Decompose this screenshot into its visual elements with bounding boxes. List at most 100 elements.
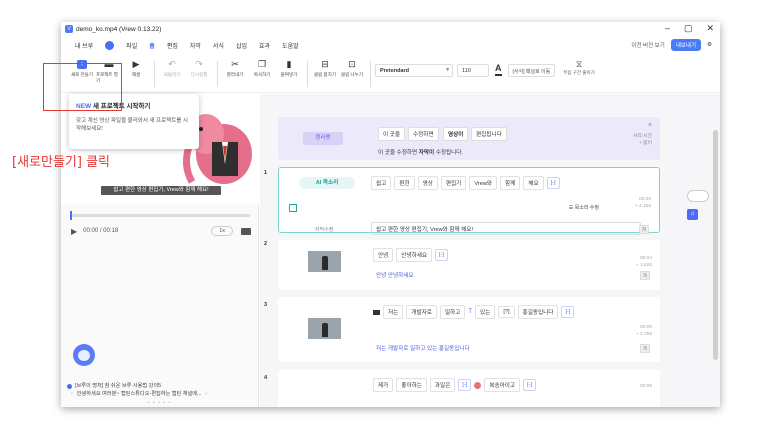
guide-word: 편집됩니다 bbox=[471, 127, 507, 141]
annotation-label: [새로만들기] 클릭 bbox=[12, 155, 110, 170]
avatar[interactable] bbox=[105, 41, 115, 50]
menu-subtitle[interactable]: 자막 bbox=[190, 41, 201, 50]
add-word-button[interactable]: [-] bbox=[458, 379, 472, 391]
menu-home[interactable]: 홈 bbox=[149, 41, 155, 50]
clip-row[interactable]: 저는 개발자로 일하고 T 있는 [?] 홍길동입니다 [-] 저는 개발자로 … bbox=[278, 297, 660, 362]
word-chip[interactable]: 편집기 bbox=[440, 176, 467, 190]
guide-tag: 텐라맹 bbox=[303, 132, 343, 145]
merge-clip-button[interactable]: ⊟ 클립 합치기 bbox=[312, 55, 338, 78]
add-word-button[interactable]: [-] bbox=[435, 249, 449, 261]
subtitle-input[interactable]: 쉽고 편한 영상 편집기, Vrew와 함께 해요! bbox=[371, 222, 641, 235]
caption-toggle-icon[interactable] bbox=[241, 227, 251, 235]
word-chip[interactable]: 저는 bbox=[383, 305, 404, 319]
minimize-button[interactable]: – bbox=[665, 23, 670, 34]
font-color-button[interactable]: A bbox=[495, 63, 502, 76]
voice-edit-button[interactable]: ☰ 목소리 수정 bbox=[569, 204, 599, 211]
word-chip[interactable]: 해요 bbox=[523, 176, 544, 190]
clip-thumbnail[interactable] bbox=[308, 318, 341, 339]
guide-line2: 이 곳을 수정하면 자막이 수정됩니다. bbox=[378, 148, 463, 156]
word-chip[interactable]: 있는 bbox=[475, 305, 496, 319]
word-chip[interactable]: 편한 bbox=[394, 176, 415, 190]
add-word-button[interactable]: [-] bbox=[561, 306, 575, 318]
clip-subtitle[interactable]: 안녕 안녕하세요 bbox=[376, 271, 414, 279]
redo-button[interactable]: ↷ 다시실행 bbox=[186, 55, 212, 78]
app-window: V demo_ko.mp4 (Vrew 0.13.22) – ▢ ✕ 내 브루 … bbox=[61, 22, 720, 407]
menu-edit[interactable]: 편집 bbox=[167, 41, 178, 50]
music-icon[interactable]: ♫ bbox=[687, 209, 698, 220]
clip-row[interactable]: AI 목소리 쉽고 편한 영상 편집기 Vrew와 함께 해요 [-] ☰ 목소… bbox=[278, 167, 660, 235]
close-button[interactable]: ✕ bbox=[706, 23, 714, 34]
copy-button[interactable]: ❐ 복사하기 bbox=[249, 55, 275, 78]
window-controls: – ▢ ✕ bbox=[665, 23, 714, 34]
subtitle-toggle[interactable] bbox=[687, 190, 709, 202]
settings-icon[interactable]: ⚙ bbox=[707, 42, 712, 48]
word-chip[interactable]: 개발자로 bbox=[406, 305, 437, 319]
cut-button[interactable]: ✂ 잘라내기 bbox=[222, 55, 248, 78]
text-icon: T bbox=[468, 309, 473, 315]
news-pager[interactable]: • • • • • bbox=[67, 399, 252, 407]
word-chip[interactable]: 과일은 bbox=[429, 378, 456, 392]
maximize-button[interactable]: ▢ bbox=[684, 23, 693, 34]
subtitle-style-button[interactable]: 가 bbox=[640, 271, 650, 280]
guide-line2-pre: 이 곳을 수정하면 bbox=[378, 150, 419, 156]
news-prev-button[interactable]: ‹ bbox=[71, 390, 73, 398]
word-chip[interactable]: 영상 bbox=[417, 176, 438, 190]
word-chip[interactable]: [?] bbox=[498, 306, 515, 318]
clip-thumbnail[interactable] bbox=[308, 251, 341, 272]
word-chip[interactable]: 제가 bbox=[373, 378, 394, 392]
font-size-select[interactable]: 110 bbox=[457, 64, 489, 77]
remove-silence-button[interactable]: ⧖ 무음 구간 줄이기 bbox=[563, 59, 594, 76]
undo-button[interactable]: ↶ 되돌리기 bbox=[159, 55, 185, 78]
banner-time: 사작 시간 + 없이 bbox=[633, 133, 652, 147]
timeline-progress[interactable] bbox=[70, 211, 250, 220]
clip-number: 2 bbox=[264, 241, 268, 247]
subtitle-style-button[interactable]: 가 bbox=[639, 225, 649, 234]
clip-subtitle[interactable]: 저는 개발자로 일하고 있는 홍길동입니다 bbox=[376, 344, 470, 352]
player-controls: ▶ 00:00 / 00:18 1x bbox=[71, 226, 251, 236]
copy-label: 복사하기 bbox=[253, 72, 271, 77]
format-panel-button[interactable]: [서식] 패널로 이동 bbox=[507, 64, 556, 77]
word-chip[interactable]: 일하고 bbox=[439, 305, 466, 319]
export-button[interactable]: 내보내기 bbox=[670, 39, 702, 51]
word-chip[interactable]: 안녕 bbox=[373, 248, 394, 262]
banner-close-button[interactable]: × bbox=[648, 122, 652, 129]
ai-voice-badge[interactable]: AI 목소리 bbox=[299, 177, 355, 189]
scrollbar[interactable] bbox=[713, 130, 718, 360]
subtitle-style-button[interactable]: 가 bbox=[640, 344, 650, 353]
menu-help[interactable]: 도움말 bbox=[282, 41, 299, 50]
split-clip-button[interactable]: ⊡ 클립 나누기 bbox=[339, 55, 365, 78]
add-word-button[interactable]: [-] bbox=[523, 379, 537, 391]
divider bbox=[370, 61, 371, 87]
word-chip[interactable]: Vrew와 bbox=[469, 176, 498, 190]
word-chip[interactable]: 안녕하세요 bbox=[396, 248, 433, 262]
word-chip[interactable]: 쉽고 bbox=[371, 176, 392, 190]
play-button[interactable]: ▶ 재생 bbox=[123, 55, 149, 78]
menu-my[interactable]: 내 브루 bbox=[75, 41, 93, 50]
redo-icon: ↷ bbox=[195, 58, 203, 69]
news-next-button[interactable]: › bbox=[205, 390, 207, 398]
menu-effect[interactable]: 효과 bbox=[259, 41, 270, 50]
news-title-row[interactable]: [브루의 명저] 참 쉬운 브루 사용법 강의5 bbox=[67, 382, 252, 390]
menu-insert[interactable]: 삽입 bbox=[236, 41, 247, 50]
clip-number: 1 bbox=[264, 170, 268, 176]
menu-file[interactable]: 파일 bbox=[126, 41, 137, 50]
news-body[interactable]: 안녕하세요 여러분~ 캡틴스튜디오-편집하는 캡틴 채널에... bbox=[77, 390, 202, 398]
menu-format[interactable]: 서식 bbox=[213, 41, 224, 50]
clip-checkbox[interactable] bbox=[289, 204, 297, 212]
undo-icon: ↶ bbox=[168, 58, 176, 69]
word-chip[interactable]: 복숭아이고 bbox=[484, 378, 521, 392]
add-word-button[interactable]: [-] bbox=[546, 177, 560, 189]
clip-row[interactable]: 안녕 안녕하세요 [-] 안녕 안녕하세요 00:04 + 1.825 가 bbox=[278, 240, 660, 290]
play-icon[interactable]: ▶ bbox=[71, 227, 77, 236]
paste-button[interactable]: ▮ 붙여넣기 bbox=[276, 55, 302, 78]
prev-version-button[interactable]: 이전 버전 보기 bbox=[631, 41, 664, 49]
chatbot-button[interactable] bbox=[73, 344, 95, 366]
editor-panel: 텐라맹 이 곳을 수정하면 영상이 편집됩니다 이 곳을 수정하면 자막이 수정… bbox=[260, 94, 720, 407]
font-select[interactable]: Pretendard bbox=[375, 64, 453, 77]
speed-button[interactable]: 1x bbox=[211, 226, 233, 236]
clip-row[interactable]: 제가 좋아하는 과일은 [-] 복숭아이고 [-] 00:08 bbox=[278, 370, 660, 407]
playhead[interactable] bbox=[70, 211, 72, 220]
word-chip[interactable]: 함께 bbox=[500, 176, 521, 190]
word-chip[interactable]: 좋아하는 bbox=[396, 378, 427, 392]
word-chip[interactable]: 홍길동입니다 bbox=[517, 305, 559, 319]
